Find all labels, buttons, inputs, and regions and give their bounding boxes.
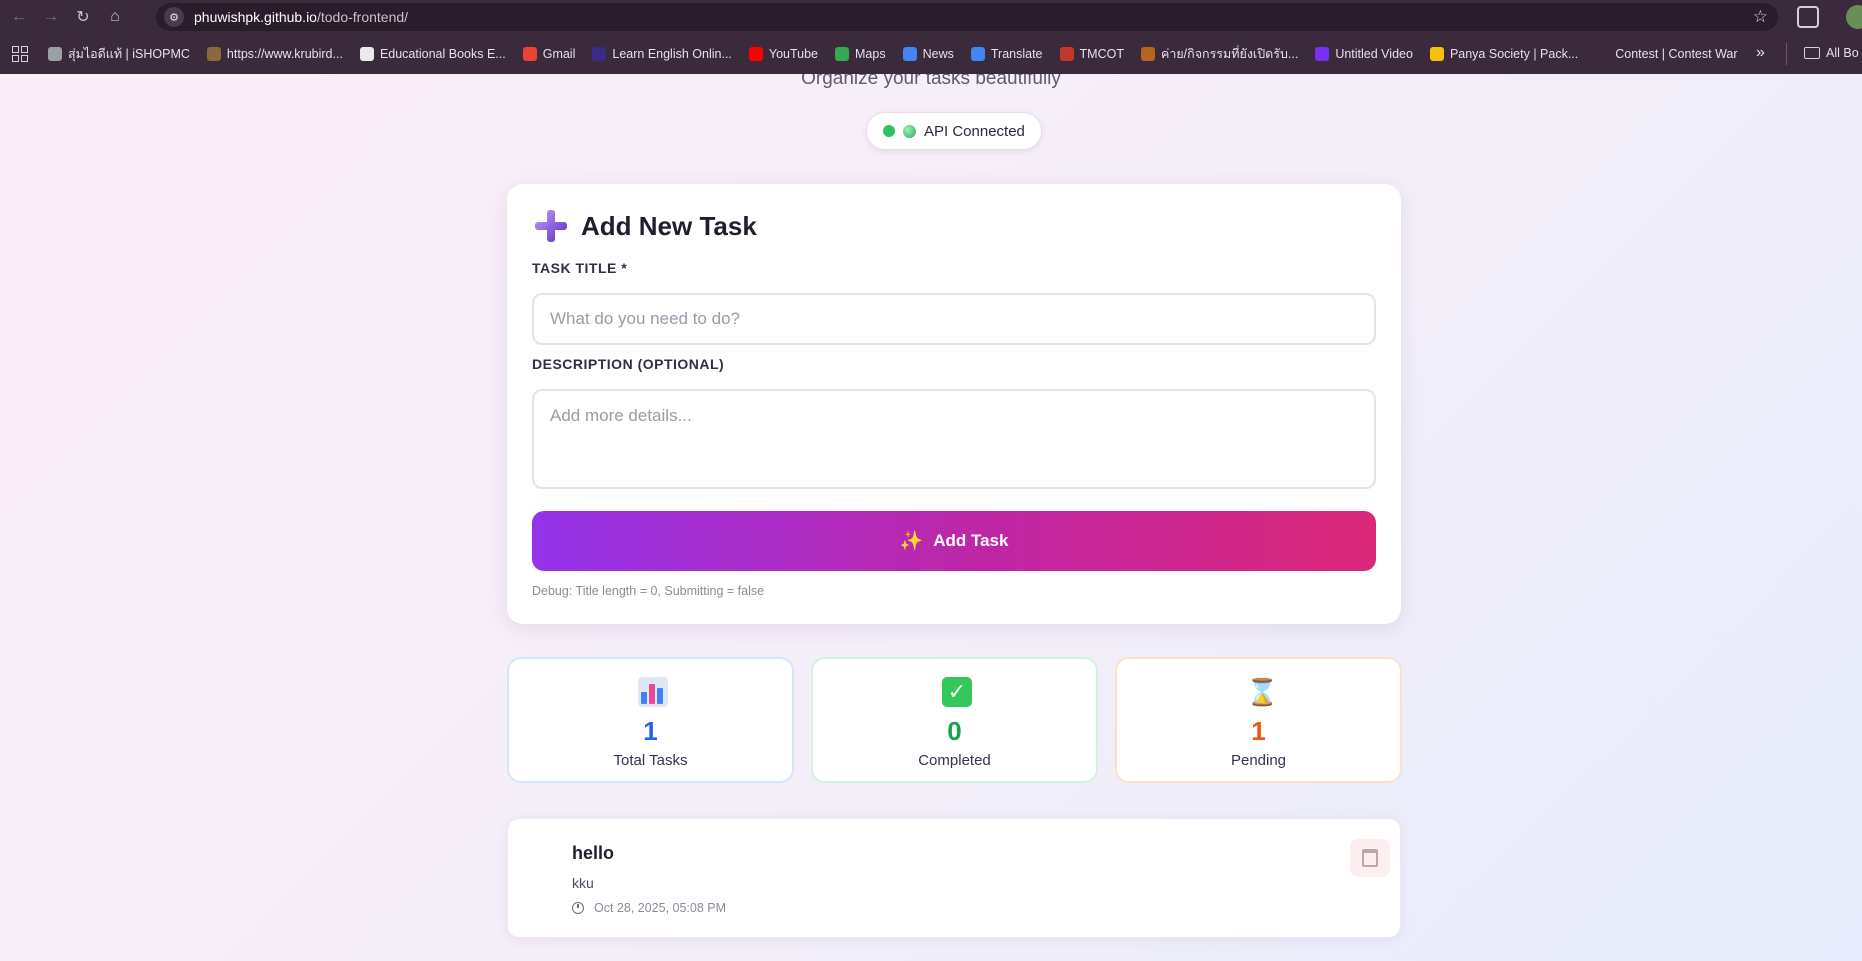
globe-icon [903,124,916,138]
stat-card-completed: ✓ 0 Completed [811,657,1098,783]
add-task-button-label: Add Task [933,531,1009,550]
sparkles-icon: ✨ [899,531,924,552]
bookmark-label: TMCOT [1079,47,1124,61]
add-task-button[interactable]: ✨ Add Task [532,511,1376,571]
stat-card-pending: ⌛ 1 Pending [1115,657,1402,783]
pending-label: Pending [1230,752,1287,769]
bookmark-label: Panya Society | Pack... [1449,47,1579,61]
address-bar[interactable]: ⚙ phuwishpk.github.io/todo-frontend/ ☆ [156,3,1778,31]
bookmark-label: ค่าย/กิจกรรมที่ยังเปิดรับ... [1160,47,1299,61]
forward-icon[interactable]: → [38,4,64,30]
bookmark-favicon-icon [1595,47,1610,61]
bookmark-item[interactable]: Educational Books E... [359,47,506,61]
api-status-text: API Connected [924,122,1025,140]
description-label: DESCRIPTION (OPTIONAL) [532,356,725,372]
bookmark-label: Maps [855,47,886,61]
page-content: Organize your tasks beautifully API Conn… [0,74,1862,961]
delete-task-button[interactable] [1350,839,1390,877]
hourglass-icon: ⌛ [1246,677,1279,707]
task-date-text: Oct 28, 2025, 05:08 PM [594,901,727,915]
description-textarea[interactable]: Add more details... [532,389,1376,489]
bookmark-item[interactable]: Translate [970,47,1043,61]
api-status-badge: API Connected [866,112,1042,150]
url-text[interactable]: phuwishpk.github.io/todo-frontend/ [194,9,408,25]
clock-icon [572,902,584,914]
trash-icon [1362,849,1378,867]
bookmark-item[interactable]: Maps [835,47,886,61]
bar-chart-icon [638,677,668,707]
completed-count: 0 [947,716,962,746]
bookmark-label: Translate [990,47,1043,61]
bookmark-label: Educational Books E... [379,47,506,61]
bookmark-label: Contest | Contest War [1615,47,1738,61]
apps-grid-icon[interactable] [12,46,28,62]
bookmark-favicon-icon [1429,47,1444,61]
bookmark-item[interactable]: https://www.krubird... [206,47,343,61]
bookmark-star-icon[interactable]: ☆ [1753,7,1768,27]
bookmark-favicon-icon [522,47,537,61]
bookmark-item[interactable]: TMCOT [1059,47,1124,61]
site-info-icon[interactable]: ⚙ [164,7,184,27]
all-bookmarks-label: All Bo [1826,46,1859,60]
back-icon[interactable]: ← [6,4,32,30]
completed-label: Completed [918,752,991,769]
bookmark-item[interactable]: Learn English Onlin... [592,47,732,61]
bookmark-label: Untitled Video [1335,47,1413,61]
debug-text: Debug: Title length = 0, Submitting = fa… [532,584,765,598]
browser-toolbar: ← → ↻ ⌂ ⚙ phuwishpk.github.io/todo-front… [0,0,1862,34]
bookmark-item[interactable]: สุ่มไอดีแท้ | iSHOPMC [48,44,190,64]
add-task-header: Add New Task [535,210,757,242]
check-icon: ✓ [942,677,972,707]
bookmark-favicon-icon [592,47,607,61]
task-title-label: TASK TITLE * [532,260,628,276]
profile-avatar[interactable] [1846,5,1862,29]
bookmark-favicon-icon [48,47,62,61]
status-dot-icon [883,125,895,137]
bookmark-favicon-icon [1059,47,1074,61]
plus-icon [535,210,567,242]
reload-icon[interactable]: ↻ [70,4,96,30]
bookmark-favicon-icon [359,47,374,61]
bookmark-favicon-icon [970,47,985,61]
extensions-icon[interactable] [1797,6,1819,28]
all-bookmarks-button[interactable]: All Bo [1804,46,1859,60]
add-task-card: Add New Task TASK TITLE * What do you ne… [507,184,1401,624]
bookmarks-bar: สุ่มไอดีแท้ | iSHOPMC https://www.krubird… [0,34,1862,74]
bookmark-label: Gmail [542,47,576,61]
folder-icon [1804,47,1820,59]
task-title: hello [572,843,615,863]
bookmark-item[interactable]: News [902,47,954,61]
bookmark-label: News [922,47,954,61]
task-description: kku [572,875,594,891]
bookmark-item[interactable]: Panya Society | Pack... [1429,47,1579,61]
bookmark-favicon-icon [748,47,763,61]
bookmark-item[interactable]: ค่าย/กิจกรรมที่ยังเปิดรับ... [1140,44,1299,64]
bookmark-favicon-icon [206,47,221,61]
bookmark-item[interactable]: Contest | Contest War [1595,47,1738,61]
bookmark-favicon-icon [835,47,850,61]
bookmark-label: สุ่มไอดีแท้ | iSHOPMC [68,47,190,61]
bookmark-label: https://www.krubird... [226,47,343,61]
bookmark-favicon-icon [1140,47,1155,61]
add-task-title: Add New Task [581,210,757,241]
divider [1786,43,1787,65]
bookmark-item[interactable]: Gmail [522,47,576,61]
bookmark-label: YouTube [768,47,819,61]
home-icon[interactable]: ⌂ [102,4,128,30]
bookmark-favicon-icon [1315,47,1330,61]
task-title-input[interactable]: What do you need to do? [532,293,1376,345]
bookmark-favicon-icon [902,47,917,61]
pending-count: 1 [1251,716,1266,746]
total-tasks-count: 1 [643,716,658,746]
bookmark-item[interactable]: YouTube [748,47,819,61]
task-item[interactable]: hello kku Oct 28, 2025, 05:08 PM [507,818,1401,938]
total-tasks-label: Total Tasks [613,752,688,769]
task-date: Oct 28, 2025, 05:08 PM [572,901,726,915]
more-bookmarks-button[interactable]: » [1756,44,1765,62]
page-subtitle: Organize your tasks beautifully [801,74,1061,89]
bookmark-item[interactable]: Untitled Video [1315,47,1413,61]
stat-card-total: 1 Total Tasks [507,657,794,783]
bookmark-label: Learn English Onlin... [612,47,732,61]
